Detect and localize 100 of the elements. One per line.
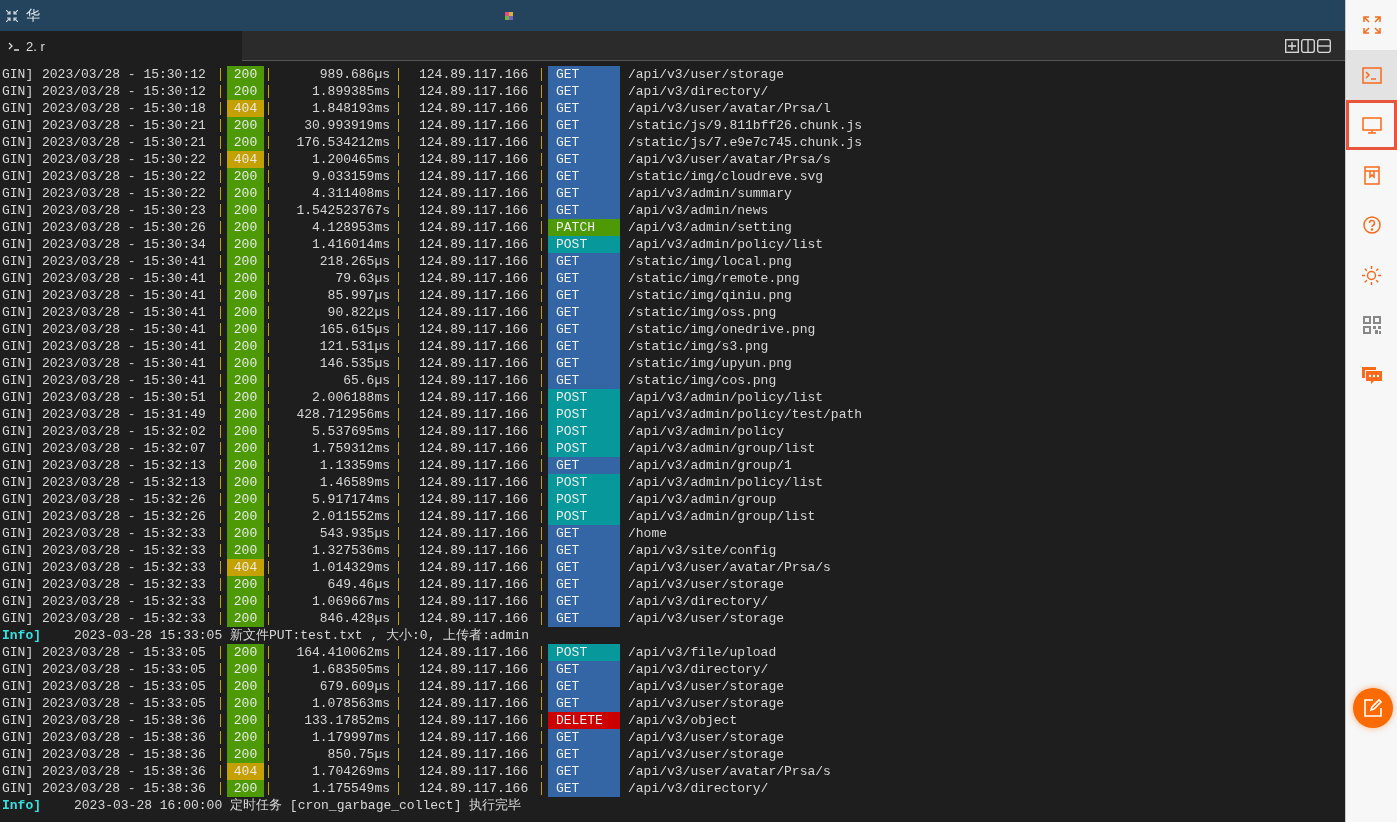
log-prefix: GIN] [1,661,35,678]
monitor-icon [1361,116,1382,134]
status-code: 200 [227,610,264,627]
log-prefix: Info] [1,627,42,644]
status-code: 200 [227,134,264,151]
latency: 543.935µs [318,525,391,542]
log-timestamp: 2023/03/28 - 15:32:13 [42,457,207,474]
log-prefix: GIN] [1,474,35,491]
request-path: /api/v3/user/avatar/Prsa/l [628,100,831,117]
request-path: /api/v3/directory/ [628,83,769,100]
status-code: 404 [227,763,264,780]
status-code: 200 [227,576,264,593]
latency: 1.078563ms [311,695,391,712]
http-method: GET [548,287,620,304]
http-method: GET [548,661,620,678]
log-timestamp: 2023/03/28 - 15:30:34 [42,236,207,253]
help-icon [1362,216,1381,234]
client-ip: 124.89.117.166 [418,372,530,389]
latency: 1.899385ms [311,83,391,100]
log-timestamp: 2023/03/28 - 15:38:36 [42,729,207,746]
log-timestamp: 2023/03/28 - 15:30:41 [42,355,207,372]
http-method: GET [548,151,620,168]
http-method: GET [548,168,620,185]
request-path: /api/v3/user/storage [628,678,785,695]
status-code: 200 [227,440,264,457]
http-method: GET [548,593,620,610]
request-path: /api/v3/user/storage [628,746,785,763]
status-code: 200 [227,593,264,610]
log-timestamp: 2023/03/28 - 15:30:21 [42,117,207,134]
request-path: /api/v3/admin/group [628,491,777,508]
status-code: 200 [227,83,264,100]
sidebar-button[interactable] [1346,50,1397,100]
http-method: GET [548,117,620,134]
client-ip: 124.89.117.166 [418,66,530,83]
log-timestamp: 2023/03/28 - 15:30:41 [42,321,207,338]
log-prefix: GIN] [1,508,35,525]
latency: 146.535µs [318,355,391,372]
latency: 79.63µs [334,270,391,287]
log-timestamp: 2023/03/28 - 15:32:02 [42,423,207,440]
latency: 846.428µs [318,610,391,627]
status-code: 200 [227,236,264,253]
collapse-icon[interactable] [6,9,18,22]
status-code: 200 [227,712,264,729]
latency: 1.542523767s [295,202,391,219]
http-method: GET [548,134,620,151]
http-method: POST [548,508,620,525]
log-prefix: GIN] [1,134,35,151]
http-method: GET [548,576,620,593]
log-prefix: GIN] [1,321,35,338]
log-prefix: GIN] [1,168,35,185]
http-method: GET [548,355,620,372]
sidebar-button[interactable] [1346,100,1397,150]
split-horizontal-button[interactable] [1317,38,1331,53]
log-prefix: GIN] [1,372,35,389]
latency: 1.327536ms [311,542,391,559]
status-code: 200 [227,491,264,508]
log-prefix: GIN] [1,559,35,576]
client-ip: 124.89.117.166 [418,83,530,100]
request-path: /static/img/s3.png [628,338,769,355]
terminal-tab[interactable]: 2. r [0,31,242,61]
status-code: 200 [227,508,264,525]
client-ip: 124.89.117.166 [418,678,530,695]
log-timestamp: 2023/03/28 - 15:32:07 [42,440,207,457]
log-prefix: GIN] [1,576,35,593]
new-tab-button[interactable] [1285,38,1299,53]
request-path: /api/v3/file/upload [628,644,777,661]
http-method: GET [548,185,620,202]
latency: 1.46589ms [318,474,391,491]
latency: 218.265µs [318,253,391,270]
log-timestamp: 2023/03/28 - 15:30:18 [42,100,207,117]
client-ip: 124.89.117.166 [418,559,530,576]
log-timestamp: 2023/03/28 - 15:32:26 [42,508,207,525]
status-code: 200 [227,644,264,661]
latency: 65.6µs [342,372,391,389]
log-timestamp: 2023/03/28 - 15:32:33 [42,576,207,593]
log-prefix: GIN] [1,542,35,559]
edit-button[interactable] [1353,688,1393,728]
client-ip: 124.89.117.166 [418,542,530,559]
client-ip: 124.89.117.166 [418,219,530,236]
status-code: 200 [227,117,264,134]
request-path: /api/v3/admin/group/list [628,508,816,525]
client-ip: 124.89.117.166 [418,474,530,491]
status-code: 200 [227,457,264,474]
request-path: /static/js/9.811bff26.chunk.js [628,117,863,134]
client-ip: 124.89.117.166 [418,287,530,304]
status-code: 404 [227,100,264,117]
client-ip: 124.89.117.166 [418,440,530,457]
request-path: /api/v3/user/storage [628,729,785,746]
status-code: 200 [227,474,264,491]
http-method: GET [548,304,620,321]
http-method: GET [548,338,620,355]
log-timestamp: 2023/03/28 - 15:30:22 [42,151,207,168]
split-vertical-button[interactable] [1301,38,1315,53]
http-method: GET [548,610,620,627]
request-path: /api/v3/admin/policy [628,423,785,440]
latency: 176.534212ms [295,134,391,151]
status-code: 200 [227,406,264,423]
request-path: /api/v3/object [628,712,738,729]
request-path: /api/v3/user/avatar/Prsa/s [628,151,831,168]
log-timestamp: 2023/03/28 - 15:32:13 [42,474,207,491]
